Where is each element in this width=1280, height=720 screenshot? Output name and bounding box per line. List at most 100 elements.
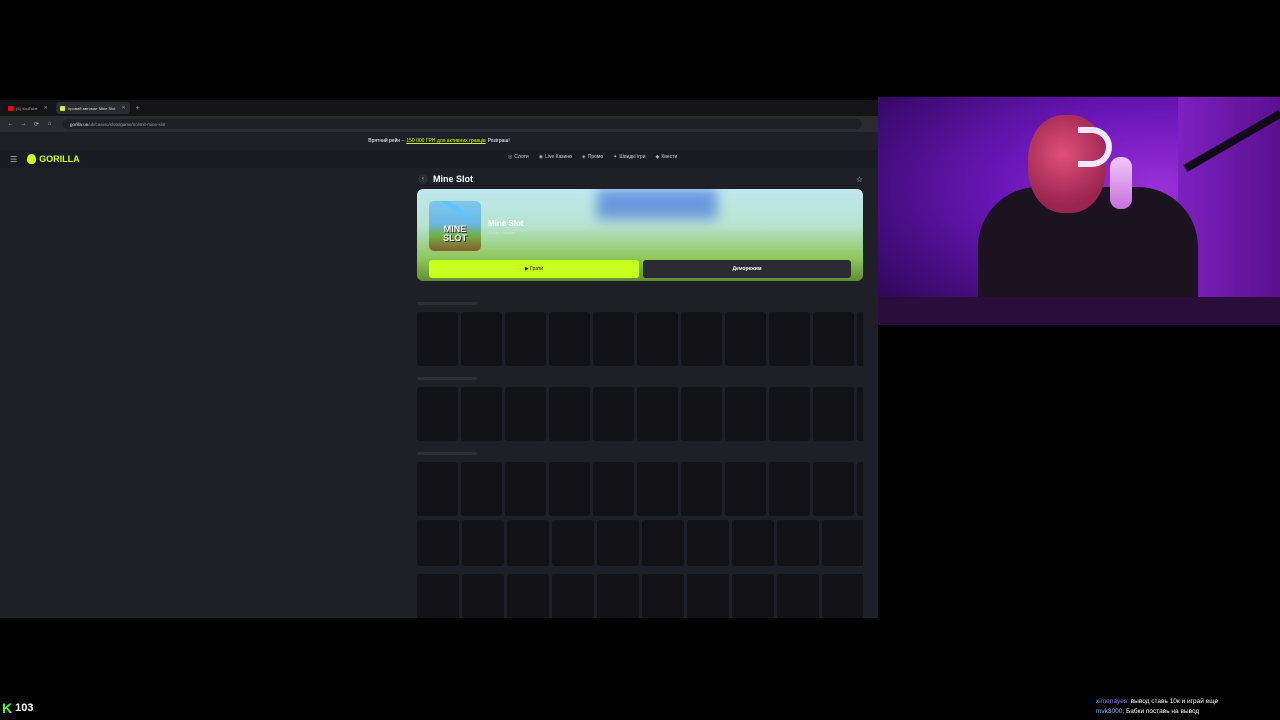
stream-frame: (5) YouTube ✕ Ігровий автомат Mine Slot … — [0, 0, 1280, 720]
game-tile[interactable] — [725, 387, 766, 441]
tab-youtube[interactable]: (5) YouTube ✕ — [4, 102, 52, 114]
game-tile[interactable] — [552, 574, 594, 618]
nav-item-quests[interactable]: ◆ Квести — [656, 154, 678, 160]
game-tile[interactable] — [549, 387, 590, 441]
back-icon[interactable]: ← — [4, 121, 17, 127]
chat-overlay: ximenayes: вывод ставь 10к и играй еще m… — [1096, 697, 1280, 717]
close-icon[interactable]: ✕ — [44, 105, 48, 111]
nav-item-live-casino[interactable]: ◉ Live Казино — [539, 154, 572, 160]
game-tile[interactable] — [813, 312, 854, 366]
game-tile[interactable] — [593, 387, 634, 441]
kick-logo-icon: K — [2, 700, 13, 716]
game-tile[interactable] — [637, 462, 678, 516]
pickaxe-icon — [440, 201, 468, 219]
section-heading-placeholder — [417, 377, 477, 380]
game-tile[interactable] — [417, 387, 458, 441]
game-tile[interactable] — [681, 387, 722, 441]
main-nav: ◎ Слоти ◉ Live Казино ◈ Промо ✦ Швидкі ігри … — [508, 154, 677, 160]
game-tile[interactable] — [642, 574, 684, 618]
game-tile[interactable] — [822, 574, 863, 618]
home-icon[interactable]: ⌂ — [43, 121, 56, 127]
game-tile[interactable] — [549, 462, 590, 516]
game-tile[interactable] — [857, 312, 863, 366]
game-tile[interactable] — [777, 574, 819, 618]
game-tile[interactable] — [462, 574, 504, 618]
live-casino-icon: ◉ — [538, 154, 544, 160]
nav-item-slots[interactable]: ◎ Слоти — [508, 154, 529, 160]
forward-icon[interactable]: → — [17, 121, 30, 127]
back-arrow-icon[interactable]: ‹ — [418, 174, 428, 184]
game-tile[interactable] — [681, 312, 722, 366]
headphones-icon — [1078, 127, 1112, 167]
tab-mine-slot[interactable]: Ігровий автомат Mine Slot ✕ — [55, 102, 130, 114]
game-tile[interactable] — [417, 574, 459, 618]
promo-banner: Врятний рейн – 150 000 ГРН для активних … — [0, 134, 878, 148]
game-tile[interactable] — [725, 462, 766, 516]
game-tile[interactable] — [461, 387, 502, 441]
game-tile[interactable] — [732, 520, 774, 566]
game-tile[interactable] — [505, 312, 546, 366]
game-meta: Слоти • Nolimit — [488, 230, 516, 235]
game-tile[interactable] — [593, 462, 634, 516]
hero-background — [597, 189, 717, 219]
demo-mode-button[interactable]: Деморежим — [643, 260, 851, 278]
nav-label: Квести — [661, 154, 678, 160]
game-row — [417, 574, 863, 618]
game-tile[interactable] — [461, 312, 502, 366]
play-button[interactable]: ▶ Грати — [429, 260, 639, 278]
menu-icon[interactable]: ☰ — [10, 155, 17, 164]
favorite-star-icon[interactable]: ☆ — [856, 175, 863, 184]
game-tile[interactable] — [637, 387, 678, 441]
new-tab-icon[interactable]: + — [136, 105, 140, 112]
gorilla-icon — [27, 154, 37, 164]
reload-icon[interactable]: ⟳ — [30, 121, 43, 128]
game-tile[interactable] — [642, 520, 684, 566]
game-tile[interactable] — [507, 520, 549, 566]
game-tile[interactable] — [637, 312, 678, 366]
nav-item-fast-games[interactable]: ✦ Швидкі ігри — [613, 154, 645, 160]
close-icon[interactable]: ✕ — [121, 105, 125, 111]
game-tile[interactable] — [681, 462, 722, 516]
nav-label: Промо — [587, 154, 604, 160]
chat-message: ximenayes: вывод ставь 10к и играй еще — [1096, 697, 1280, 707]
fast-games-icon: ✦ — [613, 154, 618, 160]
nav-item-promo[interactable]: ◈ Промо — [582, 154, 603, 160]
game-tile[interactable] — [732, 574, 774, 618]
game-tile[interactable] — [687, 520, 729, 566]
game-tile[interactable] — [857, 462, 863, 516]
game-tile[interactable] — [687, 574, 729, 618]
game-tile[interactable] — [725, 312, 766, 366]
game-row — [417, 312, 863, 366]
game-tile[interactable] — [822, 520, 863, 566]
game-tile[interactable] — [507, 574, 549, 618]
game-tile[interactable] — [417, 312, 458, 366]
game-tile[interactable] — [777, 520, 819, 566]
game-tile[interactable] — [769, 312, 810, 366]
game-tile[interactable] — [813, 387, 854, 441]
game-tile[interactable] — [549, 312, 590, 366]
nav-label: Слоти — [514, 154, 529, 160]
game-tile[interactable] — [461, 462, 502, 516]
promo-link[interactable]: 150 000 ГРН для активних гравців — [406, 138, 485, 144]
game-tile[interactable] — [769, 462, 810, 516]
game-tile[interactable] — [505, 387, 546, 441]
game-tile[interactable] — [552, 520, 594, 566]
game-tile[interactable] — [593, 312, 634, 366]
promo-icon: ◈ — [581, 154, 586, 160]
gorilla-logo[interactable]: GORILLA — [27, 154, 80, 164]
kick-viewer-count: K 103 — [2, 700, 33, 716]
game-tile[interactable] — [857, 387, 863, 441]
game-row — [417, 462, 863, 516]
url-input[interactable]: gorilla.ua /uk/casino/slots/game/nolimit… — [62, 119, 862, 129]
game-tile[interactable] — [813, 462, 854, 516]
game-tile[interactable] — [597, 520, 639, 566]
game-tile[interactable] — [769, 387, 810, 441]
viewer-count: 103 — [15, 702, 34, 714]
game-tile[interactable] — [417, 520, 459, 566]
game-tile[interactable] — [597, 574, 639, 618]
game-tile[interactable] — [417, 462, 458, 516]
game-tile[interactable] — [505, 462, 546, 516]
nav-label: Live Казино — [545, 154, 572, 160]
game-tile[interactable] — [462, 520, 504, 566]
site-header: ☰ GORILLA ◎ Слоти ◉ Live Казино ◈ Промо ✦ Шв… — [0, 150, 878, 168]
